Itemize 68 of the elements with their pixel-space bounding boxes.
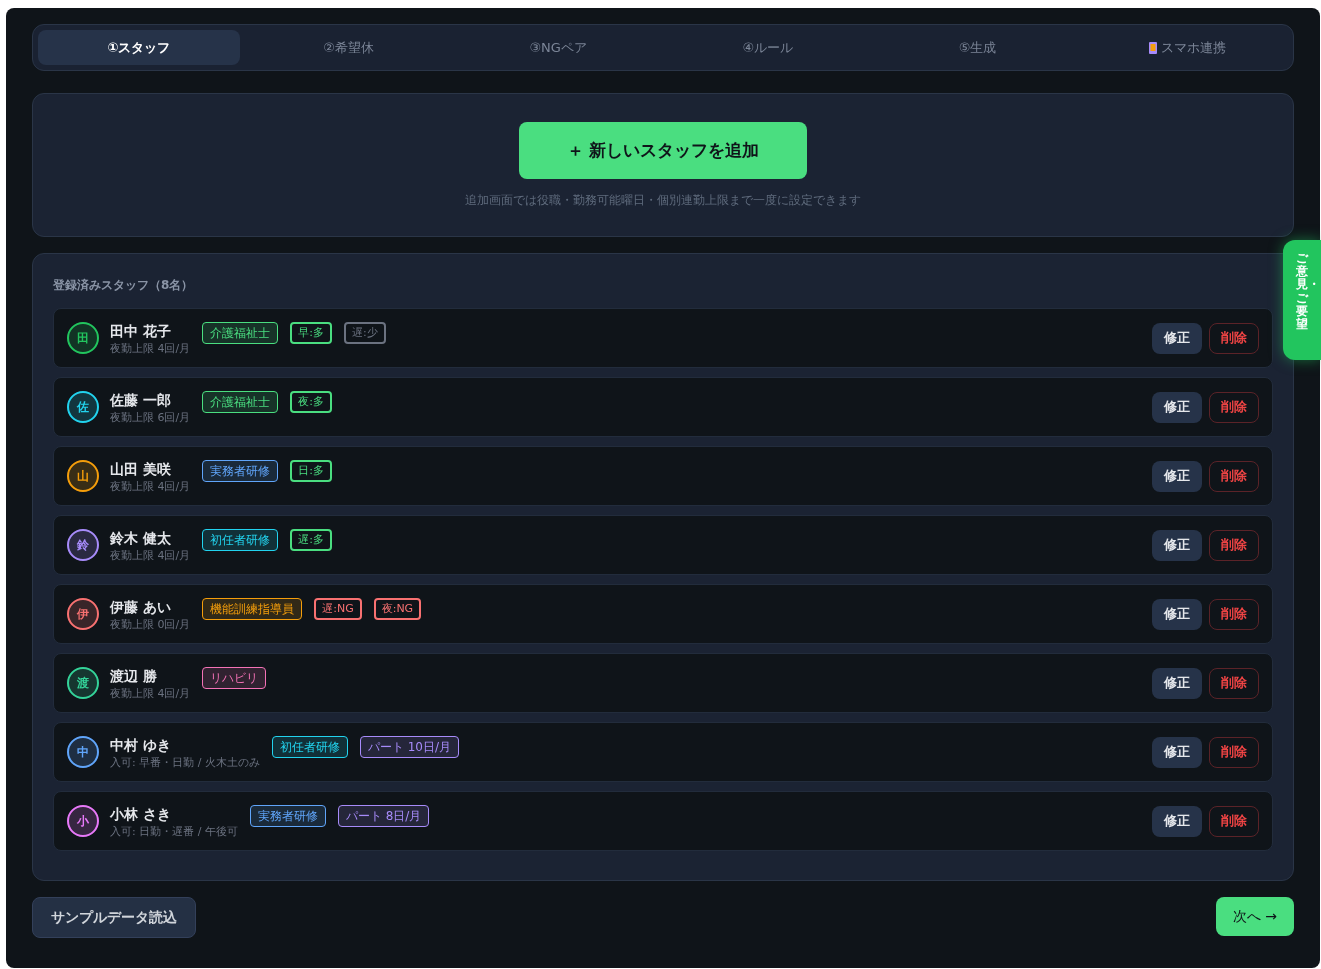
- qualification-tag: パート 10日/月: [359, 736, 460, 758]
- avatar: 田: [67, 322, 99, 354]
- staff-detail: 夜勤上限 6回/月: [110, 409, 191, 425]
- delete-button[interactable]: 削除: [1209, 736, 1259, 768]
- qualification-tag: 機能訓練指導員: [202, 598, 303, 620]
- edit-button[interactable]: 修正: [1152, 460, 1202, 492]
- qualification-tag: 実務者研修: [249, 805, 326, 827]
- staff-detail: 入可: 早番・日勤 / 火木土のみ: [110, 754, 260, 770]
- qualification-tag: 初任者研修: [271, 736, 348, 758]
- tab[interactable]: スマホ連携: [1086, 30, 1289, 65]
- avatar: 中: [67, 736, 99, 768]
- delete-button[interactable]: 削除: [1209, 391, 1259, 423]
- tab[interactable]: ③NGペア: [457, 30, 659, 65]
- edit-button[interactable]: 修正: [1152, 805, 1202, 837]
- tab[interactable]: ①スタッフ: [38, 30, 240, 65]
- tab[interactable]: ②希望休: [247, 30, 450, 65]
- edit-button[interactable]: 修正: [1152, 667, 1202, 699]
- qualification-tag: 初任者研修: [202, 529, 279, 551]
- avatar: 山: [67, 460, 99, 492]
- preference-tag: 日:多: [290, 459, 332, 483]
- avatar: 鈴: [67, 529, 99, 561]
- staff-name: 伊藤 あい: [110, 597, 172, 617]
- staff-name: 田中 花子: [110, 321, 172, 341]
- sample-data-button[interactable]: サンプルデータ読込: [32, 897, 196, 938]
- edit-button[interactable]: 修正: [1152, 736, 1202, 768]
- edit-button[interactable]: 修正: [1152, 322, 1202, 354]
- delete-button[interactable]: 削除: [1209, 667, 1259, 699]
- tab[interactable]: ⑤生成: [876, 30, 1079, 65]
- qualification-tag: リハビリ: [202, 667, 267, 689]
- staff-detail: 夜勤上限 4回/月: [110, 478, 191, 494]
- qualification-tag: パート 8日/月: [337, 805, 430, 827]
- staff-detail: 入可: 日勤・遅番 / 午後可: [110, 823, 238, 839]
- avatar: 渡: [67, 667, 99, 699]
- edit-button[interactable]: 修正: [1152, 529, 1202, 561]
- delete-button[interactable]: 削除: [1209, 460, 1259, 492]
- staff-detail: 夜勤上限 0回/月: [110, 616, 191, 632]
- preference-tag: 夜:多: [290, 390, 332, 414]
- staff-detail: 夜勤上限 4回/月: [110, 340, 191, 356]
- staff-name: 山田 美咲: [110, 459, 172, 479]
- staff-detail: 夜勤上限 4回/月: [110, 547, 191, 563]
- tab[interactable]: ④ルール: [667, 30, 869, 65]
- qualification-tag: 介護福祉士: [202, 391, 279, 413]
- edit-button[interactable]: 修正: [1152, 598, 1202, 630]
- delete-button[interactable]: 削除: [1209, 529, 1259, 561]
- delete-button[interactable]: 削除: [1209, 598, 1259, 630]
- staff-name: 佐藤 一郎: [110, 390, 172, 410]
- qualification-tag: 実務者研修: [202, 460, 279, 482]
- staff-detail: 夜勤上限 4回/月: [110, 685, 191, 701]
- section-title: 登録済みスタッフ（8名）: [53, 277, 195, 294]
- add-staff-button[interactable]: ＋ 新しいスタッフを追加: [519, 122, 807, 179]
- avatar: 伊: [67, 598, 99, 630]
- edit-button[interactable]: 修正: [1152, 391, 1202, 423]
- preference-tag: 遅:多: [290, 528, 332, 552]
- delete-button[interactable]: 削除: [1209, 322, 1259, 354]
- staff-name: 小林 さき: [110, 804, 172, 824]
- avatar: 小: [67, 805, 99, 837]
- delete-button[interactable]: 削除: [1209, 805, 1259, 837]
- preference-tag: 遅:NG: [314, 597, 362, 621]
- avatar: 佐: [67, 391, 99, 423]
- preference-tag: 夜:NG: [373, 597, 422, 621]
- staff-name: 中村 ゆき: [110, 735, 172, 755]
- phone-icon: [1148, 41, 1157, 54]
- preference-tag: 早:多: [290, 321, 332, 345]
- staff-name: 鈴木 健太: [110, 528, 172, 548]
- qualification-tag: 介護福祉士: [202, 322, 279, 344]
- staff-name: 渡辺 勝: [110, 666, 158, 686]
- next-button[interactable]: 次へ →: [1215, 897, 1294, 936]
- preference-tag: 遅:少: [343, 321, 386, 345]
